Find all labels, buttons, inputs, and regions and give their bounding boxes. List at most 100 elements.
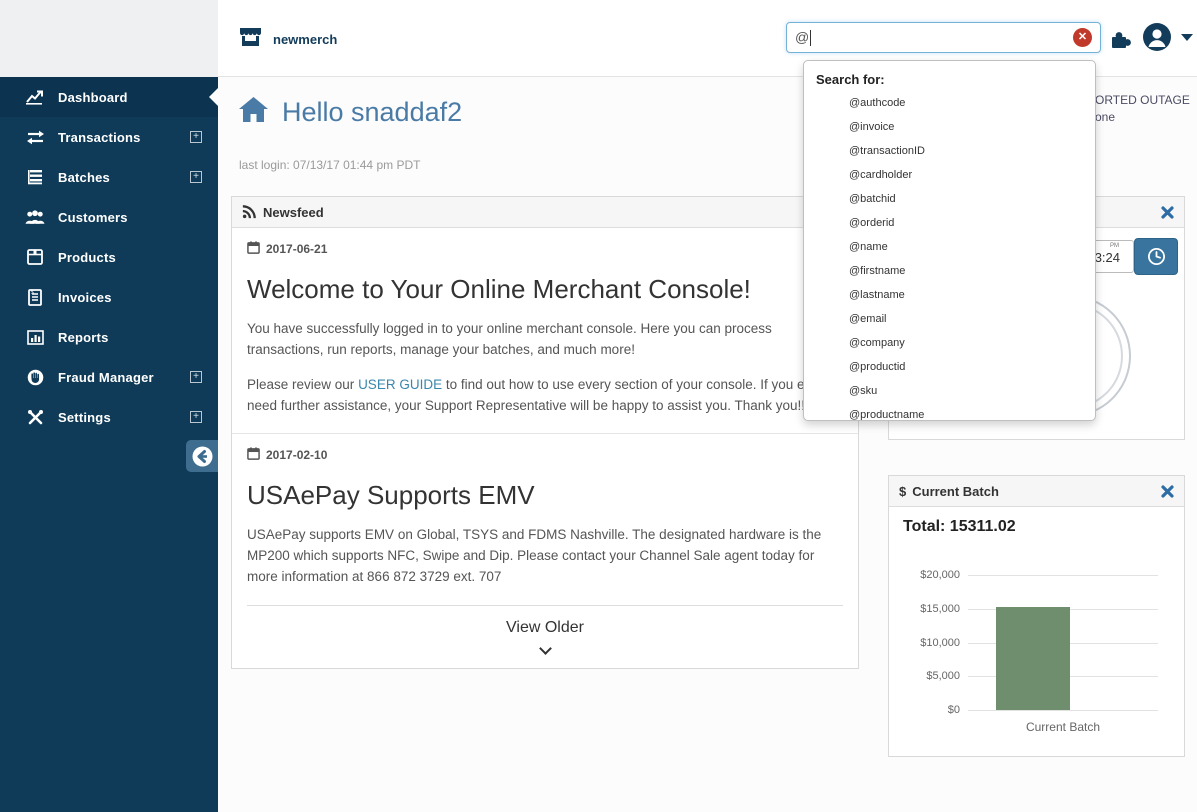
- time-meridiem: PM: [1110, 243, 1119, 249]
- search-suggestion-item[interactable]: @authcode: [804, 91, 1095, 115]
- greeting-text: Hello snaddaf2: [282, 96, 463, 127]
- sidebar-item-label: Fraud Manager: [58, 369, 154, 385]
- sidebar-item-transactions[interactable]: Transactions +: [0, 117, 218, 157]
- sidebar-item-label: Reports: [58, 329, 109, 345]
- chart-gridline: $0: [948, 704, 1158, 716]
- close-icon[interactable]: [1161, 484, 1174, 498]
- sidebar-item-label: Transactions: [58, 129, 141, 145]
- outage-line2: one: [1095, 110, 1116, 124]
- sidebar-item-reports[interactable]: Reports: [0, 317, 218, 357]
- newsfeed-post: 2017-06-21 Welcome to Your Online Mercha…: [247, 241, 843, 417]
- search-suggestion-item[interactable]: @company: [804, 331, 1095, 355]
- chart-y-tick-label: $0: [947, 704, 960, 716]
- reported-outage-text: ORTED OUTAGE one: [1095, 92, 1190, 126]
- post-paragraph: You have successfully logged in to your …: [247, 321, 772, 357]
- chart-y-tick-label: $15,000: [920, 602, 960, 615]
- sidebar-item-fraud-manager[interactable]: Fraud Manager +: [0, 357, 218, 397]
- search-suggestion-item[interactable]: @lastname: [804, 283, 1095, 307]
- search-input[interactable]: @ ✕: [786, 22, 1101, 53]
- sidebar-item-label: Products: [58, 249, 116, 265]
- batch-total: Total: 15311.02: [903, 518, 1016, 535]
- fraud-icon: [25, 369, 45, 386]
- sidebar-item-label: Settings: [58, 409, 111, 425]
- transactions-icon: [25, 129, 45, 146]
- customers-icon: [25, 209, 45, 226]
- sidebar-item-batches[interactable]: Batches +: [0, 157, 218, 197]
- search-suggestion-item[interactable]: @productname: [804, 403, 1095, 420]
- expand-icon[interactable]: +: [190, 171, 202, 183]
- search-suggestion-item[interactable]: @sku: [804, 379, 1095, 403]
- view-older-button[interactable]: View Older: [247, 605, 843, 668]
- search-suggestion-item[interactable]: @transactionID: [804, 139, 1095, 163]
- topbar-sidebar-strip: [0, 0, 218, 77]
- sidebar-item-customers[interactable]: Customers: [0, 197, 218, 237]
- sidebar: Dashboard Transactions + Batches + Customers P…: [0, 77, 218, 812]
- brand-name: newmerch: [273, 31, 338, 47]
- user-menu-caret-icon[interactable]: [1181, 34, 1193, 41]
- newsfeed-body: 2017-06-21 Welcome to Your Online Mercha…: [232, 241, 858, 668]
- chart-x-label: Current Batch: [1025, 720, 1101, 734]
- dashboard-icon: [25, 89, 45, 106]
- rss-icon: [242, 205, 256, 219]
- search-suggestion-item[interactable]: @firstname: [804, 259, 1095, 283]
- newsfeed-post: 2017-02-10 USAePay Supports EMV USAePay …: [247, 447, 843, 588]
- arrow-left-circle-icon: [192, 446, 212, 466]
- post-date-row: 2017-06-21: [247, 241, 843, 257]
- post-title: Welcome to Your Online Merchant Console!: [247, 274, 751, 304]
- expand-icon[interactable]: +: [190, 371, 202, 383]
- active-item-arrow-icon: [209, 88, 218, 106]
- chart-y-tick-label: $10,000: [920, 636, 960, 649]
- plugins-icon[interactable]: [1107, 26, 1131, 50]
- dropdown-header: Search for:: [816, 72, 885, 87]
- sidebar-menu: Dashboard Transactions + Batches + Customers P…: [0, 77, 218, 437]
- post-paragraph: USAePay supports EMV on Global, TSYS and…: [247, 526, 822, 584]
- calendar-icon: [247, 447, 260, 463]
- merchant-console-app: newmerch @ ✕ Dashboard Transactions + Ba…: [0, 0, 1197, 812]
- newsfeed-header: Newsfeed: [232, 197, 858, 228]
- current-batch-panel: $ Current Batch Total: 15311.02 $0 $5,000…: [888, 475, 1185, 757]
- search-suggestion-item[interactable]: @productid: [804, 355, 1095, 379]
- current-batch-header: $ Current Batch: [889, 476, 1184, 507]
- sidebar-item-label: Dashboard: [58, 89, 128, 105]
- dropdown-items: @authcode @invoice @transactionID @cardhold…: [804, 91, 1095, 420]
- sidebar-item-label: Customers: [58, 209, 128, 225]
- sidebar-item-dashboard[interactable]: Dashboard: [0, 77, 218, 117]
- brand[interactable]: newmerch: [237, 23, 337, 55]
- last-login: last login: 07/13/17 01:44 pm PDT: [239, 158, 421, 172]
- calendar-icon: [247, 241, 260, 257]
- chart-gridline: $20,000: [920, 569, 1158, 581]
- search-suggestion-item[interactable]: @invoice: [804, 115, 1095, 139]
- chart-y-tick-label: $5,000: [926, 670, 960, 683]
- paragraph-text: Please review our: [247, 376, 359, 392]
- current-batch-body: Total: 15311.02 $0 $5,000 $10,000 $15,000 $2…: [889, 507, 1184, 734]
- sidebar-item-invoices[interactable]: $ Invoices: [0, 277, 218, 317]
- sidebar-collapse-button[interactable]: [186, 440, 218, 472]
- search-suggestion-item[interactable]: @name: [804, 235, 1095, 259]
- chevron-down-icon: [538, 642, 552, 656]
- expand-icon[interactable]: +: [190, 411, 202, 423]
- expand-icon[interactable]: +: [190, 131, 202, 143]
- page-greeting: Hello snaddaf2: [238, 96, 462, 128]
- chart-y-tick-label: $20,000: [920, 569, 960, 581]
- search-suggestion-item[interactable]: @email: [804, 307, 1095, 331]
- post-paragraph: Please review our USER GUIDE to find out…: [247, 375, 843, 417]
- newsfeed-title: Newsfeed: [263, 204, 324, 220]
- batches-icon: [25, 169, 45, 186]
- products-icon: [25, 249, 45, 266]
- search-suggestion-item[interactable]: @cardholder: [804, 163, 1095, 187]
- sidebar-item-products[interactable]: Products: [0, 237, 218, 277]
- user-guide-link[interactable]: USER GUIDE: [358, 377, 442, 392]
- post-title: USAePay Supports EMV: [247, 479, 535, 510]
- user-avatar-icon[interactable]: [1142, 22, 1172, 52]
- sidebar-item-settings[interactable]: Settings +: [0, 397, 218, 437]
- search-suggestions-dropdown: Search for: @authcode @invoice @transactio…: [803, 60, 1096, 421]
- search-suggestion-item[interactable]: @batchid: [804, 187, 1095, 211]
- text-cursor: [810, 30, 812, 47]
- post-date: 2017-02-10: [266, 447, 328, 462]
- sidebar-item-label: Invoices: [58, 289, 112, 305]
- search-suggestion-item[interactable]: @orderid: [804, 211, 1095, 235]
- close-icon[interactable]: [1161, 205, 1174, 219]
- clock-in-button[interactable]: [1134, 238, 1178, 275]
- clear-search-icon[interactable]: ✕: [1073, 28, 1092, 47]
- dollar-icon: $: [899, 483, 907, 499]
